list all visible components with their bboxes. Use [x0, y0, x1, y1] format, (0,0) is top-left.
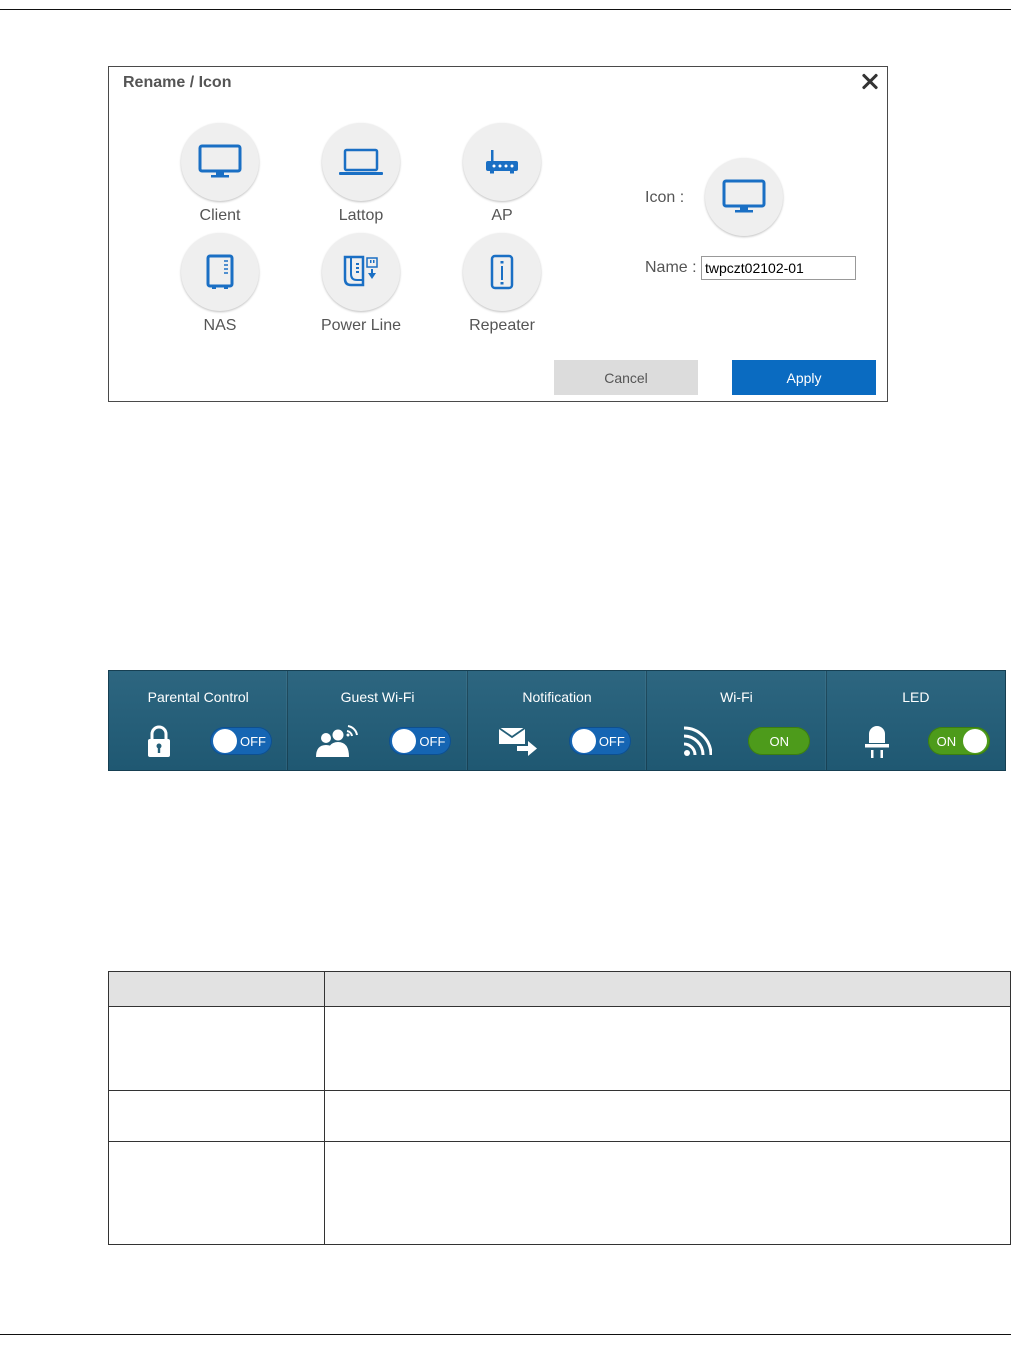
name-input[interactable]: [701, 256, 856, 280]
toggle-knob: [392, 729, 417, 753]
table-cell: [324, 1141, 1011, 1245]
name-field-label: Name :: [645, 259, 697, 276]
parental-control-section: Parental Control OFF: [109, 671, 289, 770]
section-title: LED: [902, 689, 930, 705]
toggle-knob: [213, 729, 237, 753]
toggle-state-label: OFF: [598, 734, 625, 749]
close-icon[interactable]: [859, 71, 881, 93]
guest-wifi-section: Guest Wi-Fi OFF: [288, 671, 468, 770]
notification-toggle[interactable]: OFF: [568, 727, 631, 755]
section-title: Guest Wi-Fi: [340, 689, 415, 705]
wifi-toggle[interactable]: ON: [748, 727, 811, 755]
power-line-icon: [322, 233, 400, 311]
repeater-icon: [463, 233, 541, 311]
rename-icon-dialog: Rename / Icon Client Lattop AP NAS Power…: [108, 66, 888, 402]
led-icon: [853, 721, 901, 761]
led-section: LED ON: [827, 671, 1005, 770]
icon-option-ap[interactable]: AP: [447, 123, 557, 233]
section-title: Parental Control: [147, 689, 249, 705]
nas-icon: [181, 233, 259, 311]
router-icon: [463, 123, 541, 201]
lock-icon: [135, 721, 183, 761]
monitor-icon: [181, 123, 259, 201]
header-rule: [0, 9, 1011, 10]
led-toggle[interactable]: ON: [927, 727, 990, 755]
table-cell: [324, 1006, 1011, 1091]
apply-button[interactable]: Apply: [732, 360, 876, 395]
icon-option-repeater[interactable]: Repeater: [447, 233, 557, 343]
icon-option-client[interactable]: Client: [165, 123, 275, 233]
table-header-row: [108, 971, 1011, 1007]
guest-wifi-icon: [314, 721, 362, 761]
table-cell: [108, 1090, 325, 1142]
section-title: Wi-Fi: [720, 689, 753, 705]
parental-control-toggle[interactable]: OFF: [210, 727, 272, 755]
selected-monitor-icon: [705, 158, 783, 236]
toggle-state-label: ON: [936, 734, 957, 749]
table-row: [108, 1090, 1011, 1142]
icon-field-label: Icon :: [645, 189, 685, 206]
dialog-title: Rename / Icon: [123, 74, 232, 91]
wifi-section: Wi-Fi ON: [647, 671, 827, 770]
laptop-icon: [322, 123, 400, 201]
icon-option-label: Client: [199, 207, 241, 224]
table-header-cell: [324, 971, 1011, 1007]
toggle-state-label: OFF: [240, 734, 266, 749]
icon-option-nas[interactable]: NAS: [165, 233, 275, 343]
icon-option-lattop[interactable]: Lattop: [306, 123, 416, 233]
table-cell: [324, 1090, 1011, 1142]
icon-option-label: NAS: [203, 317, 237, 334]
table-row: [108, 1006, 1011, 1091]
notification-icon: [494, 721, 542, 761]
icon-option-power-line[interactable]: Power Line: [306, 233, 416, 343]
toggle-state-label: OFF: [419, 734, 446, 749]
icon-option-label: Repeater: [469, 317, 535, 334]
toggle-knob: [571, 729, 596, 753]
wifi-icon: [673, 721, 721, 761]
table-header-cell: [108, 971, 325, 1007]
field-description-table: [108, 971, 1011, 1245]
footer-rule: [0, 1334, 1011, 1335]
notification-section: Notification OFF: [468, 671, 648, 770]
table-cell: [108, 1141, 325, 1245]
table-cell: [108, 1006, 325, 1091]
guest-wifi-toggle[interactable]: OFF: [389, 727, 452, 755]
toggle-state-label: ON: [769, 734, 789, 749]
section-title: Notification: [522, 689, 592, 705]
table-row: [108, 1141, 1011, 1245]
icon-option-label: AP: [491, 207, 513, 224]
icon-option-label: Lattop: [338, 207, 384, 224]
icon-option-label: Power Line: [320, 317, 402, 334]
quick-settings-bar: Parental Control OFF Guest Wi-Fi OFF Not…: [108, 670, 1006, 771]
toggle-knob: [962, 729, 987, 753]
cancel-button[interactable]: Cancel: [554, 360, 698, 395]
